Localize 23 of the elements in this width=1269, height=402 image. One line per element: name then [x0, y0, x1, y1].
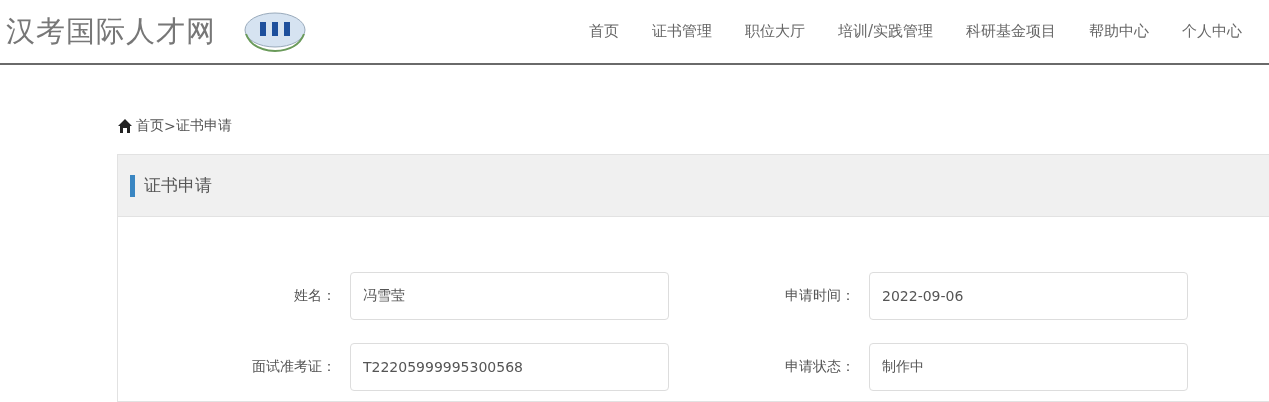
input-field[interactable]: 冯雪莹: [350, 272, 669, 320]
site-title: 汉考国际人才网: [6, 12, 216, 50]
nav-link[interactable]: 培训/实践管理: [837, 22, 933, 41]
field-label: 申请时间：: [784, 287, 855, 305]
nav-link[interactable]: 证书管理: [651, 22, 712, 41]
breadcrumb-link[interactable]: 首页: [136, 117, 164, 135]
nav-link[interactable]: 科研基金项目: [966, 22, 1056, 41]
nav-link[interactable]: 首页: [588, 22, 619, 41]
field-label: 申请状态：: [784, 358, 855, 376]
nav-link[interactable]: 帮助中心: [1089, 22, 1149, 41]
home-icon: [117, 118, 133, 134]
field-label: 姓名：: [293, 287, 336, 305]
nav-link[interactable]: 职位大厅: [744, 22, 805, 41]
nav-link[interactable]: 个人中心: [1182, 22, 1242, 41]
input-field[interactable]: 2022-09-06: [869, 272, 1188, 320]
emblem-icon: [242, 9, 308, 54]
input-field[interactable]: T22205999995300568: [350, 343, 669, 391]
panel-title: 证书申请: [144, 174, 212, 197]
breadcrumb-current: 证书申请: [175, 117, 232, 135]
field-label: 面试准考证：: [251, 358, 336, 376]
input-field[interactable]: 制作中: [869, 343, 1188, 391]
breadcrumb-separator: >: [164, 118, 176, 134]
accent-bar: [130, 174, 135, 197]
